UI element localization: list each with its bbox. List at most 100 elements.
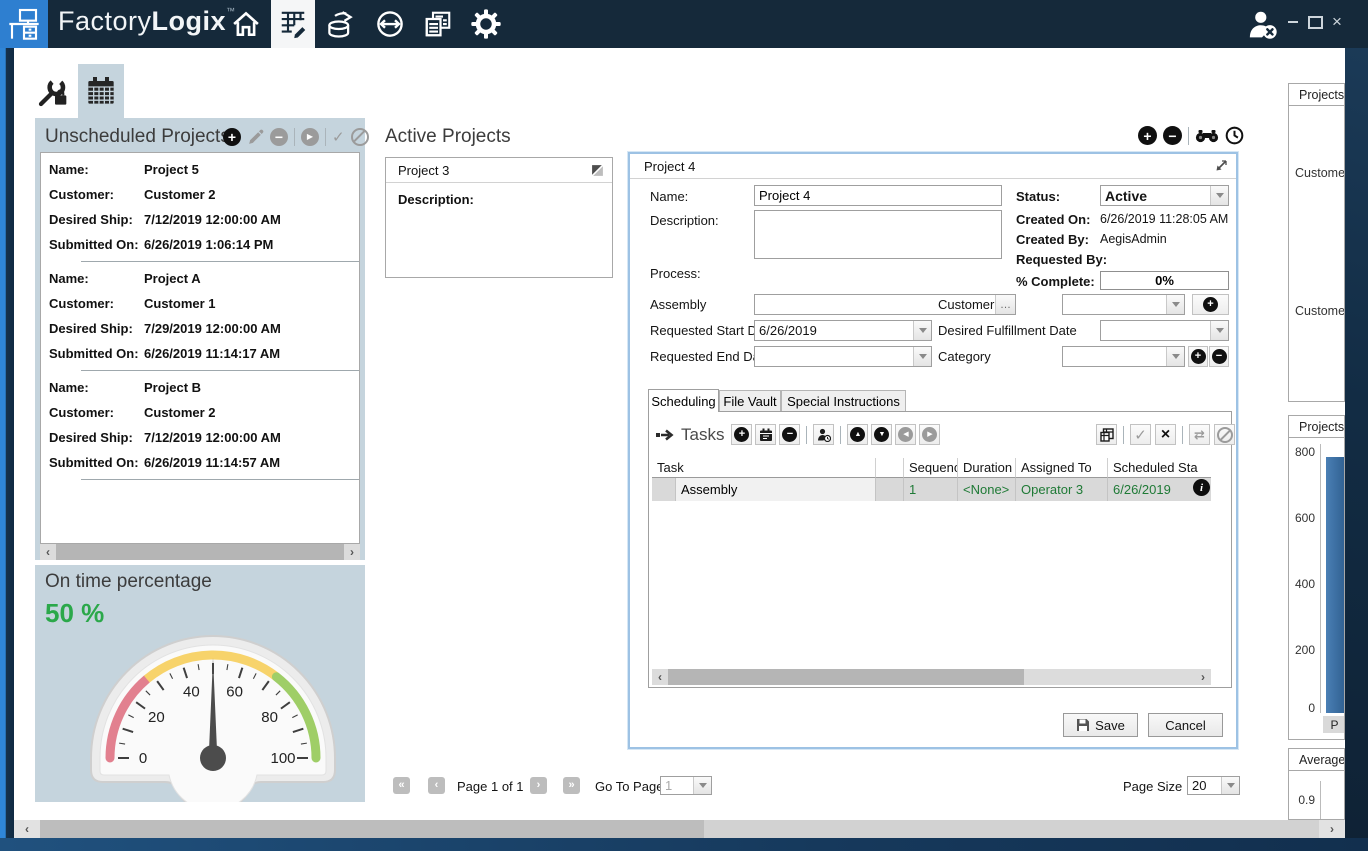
- project-desired-ship: 7/12/2019 12:00:00 AM: [144, 207, 281, 232]
- scroll-right-arrow[interactable]: ›: [1319, 820, 1345, 838]
- main-horizontal-scrollbar[interactable]: ‹ ›: [14, 820, 1345, 838]
- project-customer: Customer 2: [144, 182, 216, 207]
- scroll-left-arrow[interactable]: ‹: [14, 820, 40, 838]
- accept-icon[interactable]: ✓: [332, 128, 345, 146]
- unscheduled-horizontal-scrollbar[interactable]: ‹ ›: [40, 544, 360, 560]
- assembly-label: Assembly: [650, 297, 706, 312]
- assigned-to-cell[interactable]: Operator 3: [1016, 478, 1108, 501]
- desired-fulfillment-date-dropdown[interactable]: [1100, 320, 1229, 341]
- unscheduled-project-item[interactable]: Name:Project 5 Customer:Customer 2 Desir…: [41, 153, 359, 262]
- add-project-button[interactable]: +: [223, 128, 241, 146]
- window-maximize-button[interactable]: [1305, 12, 1325, 32]
- shuffle-tasks-button[interactable]: ⇄: [1189, 424, 1210, 445]
- cancel-button[interactable]: Cancel: [1148, 713, 1223, 737]
- tab-file-vault[interactable]: File Vault: [719, 390, 781, 412]
- move-task-down-button[interactable]: ▼: [871, 424, 892, 445]
- unscheduled-project-item[interactable]: Name:Project A Customer:Customer 1 Desir…: [41, 262, 359, 371]
- tab-scheduling-calendar[interactable]: [78, 64, 124, 118]
- col-scheduled-start[interactable]: Scheduled Sta: [1108, 458, 1211, 478]
- scroll-left-arrow[interactable]: ‹: [40, 545, 56, 559]
- name-input[interactable]: [754, 185, 1002, 206]
- scroll-left-arrow[interactable]: ‹: [652, 670, 668, 684]
- unscheduled-project-item[interactable]: Name:Project B Customer:Customer 2 Desir…: [41, 371, 359, 480]
- sequence-cell[interactable]: 1: [904, 478, 958, 501]
- detail-header[interactable]: Project 4: [630, 154, 1236, 179]
- requested-end-date-dropdown[interactable]: [754, 346, 932, 367]
- scrollbar-thumb[interactable]: [40, 820, 704, 838]
- last-page-button[interactable]: »: [563, 777, 580, 794]
- binoculars-search-icon[interactable]: [1195, 128, 1219, 144]
- add-scheduled-task-button[interactable]: [755, 424, 776, 445]
- scrollbar-track[interactable]: [1024, 669, 1195, 685]
- pin-collapse-icon[interactable]: [1214, 159, 1228, 173]
- nav-settings[interactable]: [464, 0, 508, 48]
- add-customer-button[interactable]: +: [1192, 294, 1229, 315]
- window-minimize-button[interactable]: [1283, 12, 1303, 32]
- remove-active-project-button[interactable]: −: [1163, 126, 1182, 145]
- col-task[interactable]: Task: [652, 458, 876, 478]
- tasks-toolbar-left: Tasks + − ▲ ▼ ◀ ▶: [656, 424, 940, 445]
- browse-ellipsis-button[interactable]: …: [995, 295, 1015, 314]
- nav-transfers[interactable]: [368, 0, 412, 48]
- col-blank[interactable]: [876, 458, 904, 478]
- tab-special-instructions[interactable]: Special Instructions: [781, 390, 906, 412]
- requested-start-date-dropdown[interactable]: 6/26/2019: [754, 320, 932, 341]
- nav-materials[interactable]: [318, 0, 362, 48]
- scrollbar-thumb[interactable]: [56, 544, 344, 560]
- scrollbar-thumb[interactable]: [668, 669, 1024, 685]
- assign-operator-button[interactable]: [813, 424, 834, 445]
- task-row-indent: [652, 478, 676, 501]
- page-size-dropdown[interactable]: 20: [1187, 776, 1240, 795]
- duration-cell[interactable]: <None>: [958, 478, 1016, 501]
- previous-page-button[interactable]: ‹: [428, 777, 445, 794]
- nav-home[interactable]: [224, 0, 268, 48]
- next-page-button[interactable]: ›: [530, 777, 547, 794]
- window-close-button[interactable]: ×: [1327, 12, 1347, 32]
- tasks-horizontal-scrollbar[interactable]: ‹ ›: [652, 669, 1211, 685]
- task-cell[interactable]: Assembly: [676, 478, 876, 501]
- remove-project-button[interactable]: −: [270, 128, 288, 146]
- category-dropdown[interactable]: [1062, 346, 1185, 367]
- accept-task-button[interactable]: ✓: [1130, 424, 1151, 445]
- first-page-button[interactable]: «: [393, 777, 410, 794]
- project-card-header[interactable]: Project 3: [386, 158, 612, 183]
- cancel-slash-icon[interactable]: [351, 128, 369, 146]
- customer-dropdown[interactable]: [1062, 294, 1185, 315]
- remove-category-button[interactable]: −: [1209, 346, 1229, 367]
- scroll-right-arrow[interactable]: ›: [1195, 670, 1211, 684]
- status-dropdown[interactable]: Active: [1100, 185, 1229, 206]
- move-task-right-button[interactable]: ▶: [919, 424, 940, 445]
- nav-reports[interactable]: [416, 0, 460, 48]
- go-to-page-dropdown[interactable]: 1: [660, 776, 712, 795]
- col-duration[interactable]: Duration: [958, 458, 1016, 478]
- active-project-card[interactable]: Project 3 Description:: [385, 157, 613, 278]
- expand-diagonal-icon[interactable]: [591, 164, 604, 177]
- history-clock-icon[interactable]: [1225, 126, 1244, 145]
- scrollbar-track[interactable]: [704, 820, 1319, 838]
- col-sequence[interactable]: Sequence: [904, 458, 958, 478]
- scroll-right-arrow[interactable]: ›: [344, 545, 360, 559]
- save-button[interactable]: Save: [1063, 713, 1138, 737]
- remove-task-button[interactable]: −: [779, 424, 800, 445]
- copy-tasks-button[interactable]: [1096, 424, 1117, 445]
- svg-text:0: 0: [139, 750, 147, 767]
- tab-tools-security[interactable]: [30, 66, 76, 118]
- task-info-button[interactable]: i: [1193, 479, 1210, 496]
- col-assigned-to[interactable]: Assigned To: [1016, 458, 1108, 478]
- move-task-up-button[interactable]: ▲: [847, 424, 868, 445]
- nav-production-scheduling[interactable]: [271, 0, 315, 48]
- add-active-project-button[interactable]: +: [1138, 126, 1157, 145]
- clear-tasks-button[interactable]: [1214, 424, 1235, 445]
- move-task-left-button[interactable]: ◀: [895, 424, 916, 445]
- reject-task-button[interactable]: ×: [1155, 424, 1176, 445]
- promote-project-button[interactable]: ▶: [301, 128, 319, 146]
- status-value: Active: [1101, 188, 1210, 204]
- add-task-button[interactable]: +: [731, 424, 752, 445]
- edit-pencil-icon[interactable]: [247, 129, 264, 146]
- add-category-button[interactable]: +: [1188, 346, 1208, 367]
- description-textarea[interactable]: [754, 210, 1002, 259]
- tab-scheduling[interactable]: Scheduling: [648, 389, 719, 412]
- logout-button[interactable]: [1240, 0, 1284, 48]
- name-label: Name:: [650, 189, 688, 204]
- go-to-page-value: 1: [661, 778, 693, 793]
